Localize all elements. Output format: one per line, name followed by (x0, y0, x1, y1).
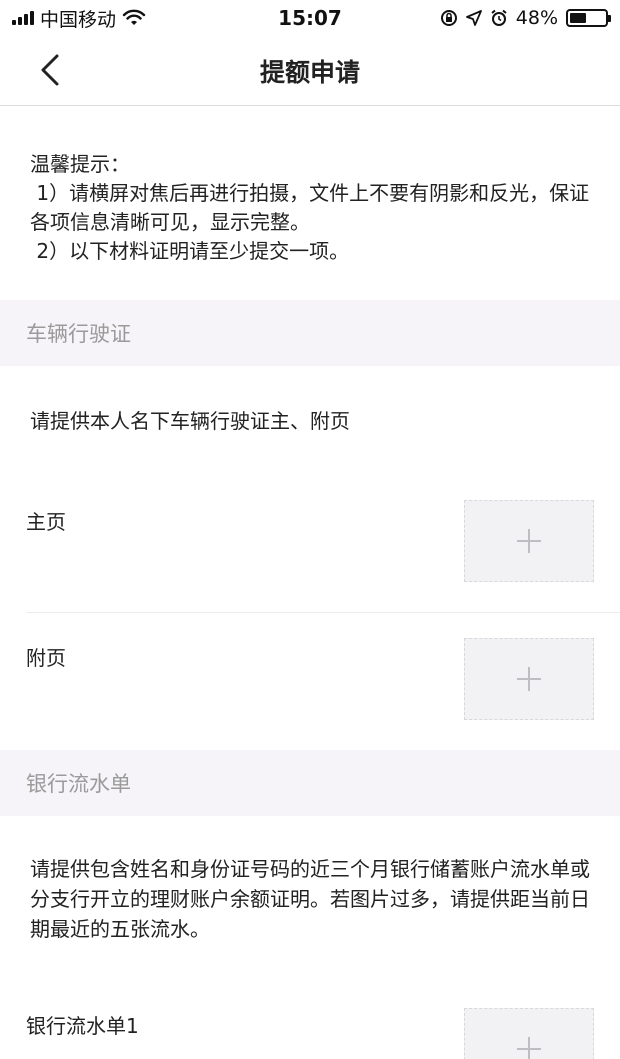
plus-icon (517, 1037, 541, 1059)
tips-heading: 温馨提示： (30, 152, 130, 176)
carrier-label: 中国移动 (40, 8, 117, 31)
status-bar: 中国移动 15:07 48% (0, 0, 620, 36)
alarm-icon (491, 9, 507, 26)
upload-label: 银行流水单1 (26, 1014, 139, 1038)
tips-line-1: 1）请横屏对焦后再进行拍摄，文件上不要有阴影和反光，保证各项信息清晰可见，显示完… (30, 181, 590, 234)
back-button[interactable] (30, 50, 70, 90)
screen: 中国移动 15:07 48% 提额申请 温馨提示： 1）请横屏对焦后再进行拍摄，… (0, 0, 620, 1059)
upload-button-vehicle-attached[interactable] (464, 638, 594, 720)
upload-button-bank-1[interactable] (464, 1008, 594, 1059)
upload-row-vehicle-main: 主页 (0, 500, 620, 610)
battery-icon (566, 9, 611, 27)
wifi-icon (122, 9, 146, 25)
location-icon (465, 10, 482, 26)
upload-label: 主页 (26, 510, 66, 534)
section-header-vehicle: 车辆行驶证 (0, 300, 620, 366)
plus-icon (517, 667, 541, 691)
vehicle-description: 请提供本人名下车辆行驶证主、附页 (30, 409, 350, 433)
upload-row-bank-1: 银行流水单1 (0, 1008, 620, 1059)
chevron-left-icon (41, 54, 59, 86)
tips-panel: 温馨提示： 1）请横屏对焦后再进行拍摄，文件上不要有阴影和反光，保证各项信息清晰… (0, 106, 620, 300)
plus-icon (517, 529, 541, 553)
battery-fill (570, 13, 587, 23)
tips-line-2: 2）以下材料证明请至少提交一项。 (30, 239, 350, 263)
bank-description: 请提供包含姓名和身份证号码的近三个月银行储蓄账户流水单或分支行开立的理财账户余额… (30, 857, 590, 941)
status-left: 中国移动 (12, 5, 146, 32)
section-header-bank: 银行流水单 (0, 750, 620, 816)
nav-bar: 提额申请 (0, 36, 620, 106)
upload-button-vehicle-main[interactable] (464, 500, 594, 582)
status-right: 48% (440, 7, 611, 29)
battery-percent: 48% (515, 7, 558, 29)
rotation-lock-icon (440, 10, 457, 26)
signal-icon (12, 11, 34, 25)
page-title: 提额申请 (259, 57, 360, 87)
upload-row-vehicle-attached: 附页 (0, 638, 620, 748)
row-divider (26, 612, 620, 613)
upload-label: 附页 (26, 646, 66, 670)
